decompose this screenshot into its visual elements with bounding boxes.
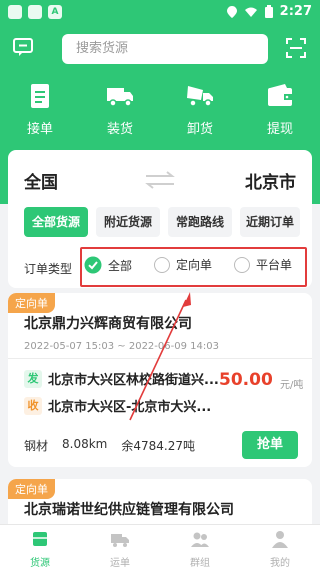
tabbar-label: 货源 — [30, 558, 50, 569]
location-icon — [226, 5, 237, 18]
checked-circle-icon — [84, 256, 102, 274]
search-input[interactable]: 搜索货源 — [62, 34, 268, 64]
unchecked-circle-icon — [154, 256, 170, 273]
price-unit: 元/吨 — [280, 380, 304, 391]
tabbar-label: 我的 — [270, 558, 290, 569]
route-origin[interactable]: 全国 — [24, 168, 58, 193]
group-icon — [191, 532, 209, 547]
system-icons: 2:27 — [226, 4, 312, 19]
clock: 2:27 — [279, 4, 312, 19]
quick-action-label: 卸货 — [186, 122, 213, 137]
quick-action-load[interactable]: 装货 — [90, 82, 150, 137]
remaining-weight: 余4784.27吨 — [121, 439, 195, 453]
bottom-tab-bar: 货源 运单 群组 我的 — [0, 524, 320, 570]
company-name: 北京瑞诺世纪供应链管理有限公司 — [24, 502, 234, 518]
tab-recent-orders[interactable]: 近期订单 — [240, 207, 300, 237]
swap-route-icon[interactable] — [144, 170, 176, 190]
tabbar-item-waybill[interactable]: 运单 — [90, 529, 150, 569]
radio-label: 定向单 — [176, 258, 213, 272]
order-type-badge: 定向单 — [8, 479, 55, 499]
tabbar-label: 运单 — [110, 558, 130, 569]
quick-action-accept-order[interactable]: 接单 — [10, 82, 70, 137]
delivery-address: 北京市大兴区-北京市大兴... — [48, 400, 212, 415]
route-destination[interactable]: 北京市 — [245, 168, 296, 193]
tab-all-cargo[interactable]: 全部货源 — [24, 207, 88, 237]
order-card[interactable]: 定向单 北京鼎力兴辉商贸有限公司 2022-05-07 15:03 ~ 2022… — [8, 293, 312, 467]
message-icon[interactable] — [12, 36, 34, 58]
tabbar-item-group[interactable]: 群组 — [170, 529, 230, 569]
order-meta: 钢材 8.08km 余4784.27吨 — [24, 437, 195, 454]
quick-action-label: 提现 — [266, 122, 293, 137]
order-type-badge: 定向单 — [8, 293, 55, 313]
a-notification-icon: A — [48, 5, 62, 19]
company-name: 北京鼎力兴辉商贸有限公司 — [24, 316, 192, 332]
scan-icon[interactable] — [286, 38, 306, 58]
pickup-tag: 发 — [24, 369, 42, 388]
radio-platform-order[interactable]: 平台单 — [234, 256, 292, 273]
delivery-address-row: 收 北京市大兴区-北京市大兴... — [24, 396, 211, 415]
app-notification-icon — [8, 5, 22, 19]
truck-unload-icon — [187, 86, 213, 107]
filter-card: 全国 北京市 全部货源 附近货源 常跑路线 近期订单 订单类型 全部 定向单 平… — [8, 150, 312, 288]
quick-action-withdraw[interactable]: 提现 — [250, 82, 310, 137]
cargo-icon — [33, 532, 47, 546]
wifi-icon — [244, 7, 257, 17]
status-bar: A 2:27 — [0, 0, 320, 24]
tab-nearby-cargo[interactable]: 附近货源 — [96, 207, 160, 237]
price: 50.00 — [219, 370, 273, 390]
wallet-icon — [268, 84, 292, 106]
quick-action-label: 接单 — [26, 122, 53, 137]
radio-label: 平台单 — [256, 258, 293, 272]
quick-action-label: 装货 — [106, 122, 133, 137]
delivery-tag: 收 — [24, 396, 42, 415]
clipboard-icon — [31, 84, 49, 108]
pickup-address-row: 发 北京市大兴区林校路街道兴... — [24, 369, 219, 388]
notification-icons: A — [8, 5, 62, 19]
profile-icon — [272, 531, 288, 548]
unchecked-circle-icon — [234, 256, 250, 273]
order-type-label: 订单类型 — [24, 262, 73, 276]
tabbar-label: 群组 — [190, 558, 210, 569]
pickup-address: 北京市大兴区林校路街道兴... — [48, 373, 219, 388]
grab-order-button[interactable]: 抢单 — [242, 431, 298, 459]
radio-label: 全部 — [108, 258, 133, 273]
date-range: 2022-05-07 15:03 ~ 2022-06-09 14:03 — [24, 341, 219, 352]
battery-icon — [264, 4, 273, 18]
truck-load-icon — [107, 88, 133, 107]
tabbar-item-profile[interactable]: 我的 — [250, 529, 310, 569]
waybill-truck-icon — [111, 534, 129, 547]
cargo-type: 钢材 — [24, 439, 49, 453]
radio-directed-order[interactable]: 定向单 — [154, 256, 212, 273]
app-notification-icon — [28, 5, 42, 19]
tabbar-item-cargo[interactable]: 货源 — [10, 529, 70, 569]
distance: 8.08km — [62, 437, 108, 451]
tab-frequent-routes[interactable]: 常跑路线 — [168, 207, 232, 237]
radio-all[interactable]: 全部 — [84, 256, 132, 274]
divider — [8, 358, 312, 359]
quick-action-unload[interactable]: 卸货 — [170, 82, 230, 137]
